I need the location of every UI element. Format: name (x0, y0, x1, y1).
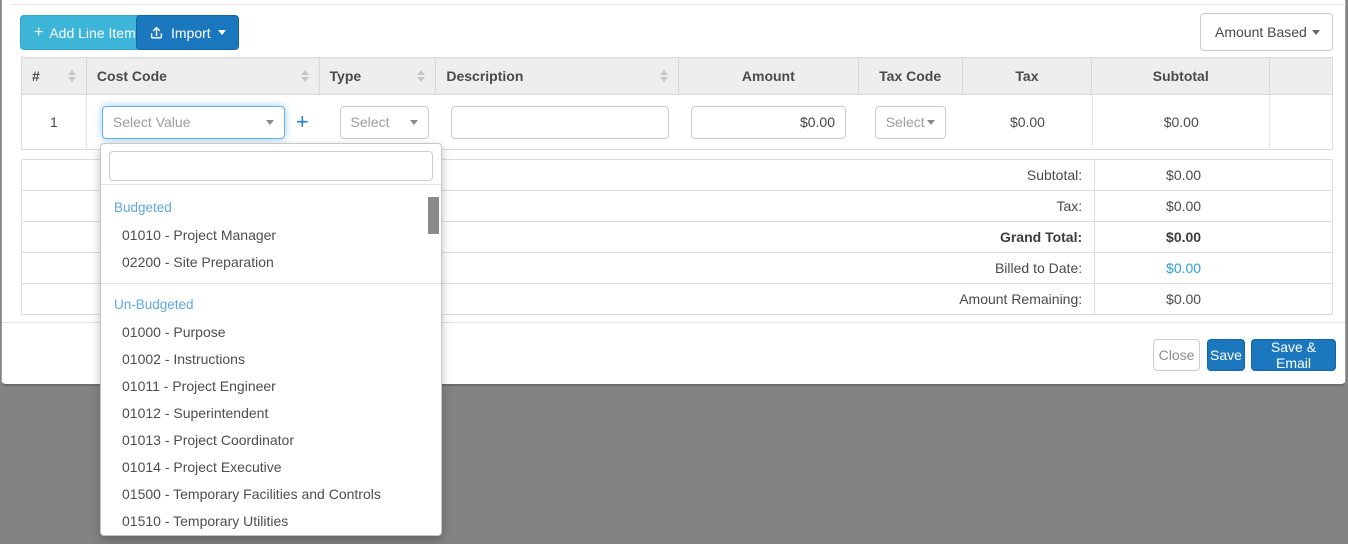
column-header-tax: Tax (963, 58, 1093, 94)
sort-icon (659, 70, 668, 82)
import-label: Import (171, 24, 211, 41)
group-label-budgeted: Budgeted (114, 200, 172, 215)
caret-down-icon (265, 119, 274, 125)
row-number-cell: 1 (22, 95, 87, 149)
table-header-row: # Cost Code Type Description Amount Tax … (21, 57, 1333, 95)
amount-input[interactable] (691, 105, 846, 139)
column-header-number[interactable]: # (22, 58, 87, 94)
summary-value: $0.00 (1166, 291, 1202, 307)
cost-code-option[interactable]: 01013 - Project Coordinator (101, 427, 441, 454)
save-and-email-button[interactable]: Save & Email (1251, 339, 1336, 371)
column-header-amount: Amount (679, 58, 859, 94)
column-label: Amount (741, 68, 795, 84)
column-label: Subtotal (1152, 68, 1209, 84)
add-line-item-label: Add Line Item (49, 24, 136, 41)
sort-icon (300, 70, 309, 82)
column-label: # (32, 68, 40, 84)
cost-code-list: Budgeted 01010 - Project Manager 02200 -… (101, 184, 441, 535)
column-header-cost-code[interactable]: Cost Code (87, 58, 320, 94)
cost-code-placeholder: Select Value (112, 114, 191, 130)
sort-icon (67, 70, 76, 82)
column-header-tax-code: Tax Code (859, 58, 963, 94)
cost-code-option[interactable]: 02200 - Site Preparation (101, 249, 441, 276)
column-header-subtotal: Subtotal (1092, 58, 1271, 94)
dropdown-scrollbar-thumb[interactable] (428, 197, 439, 234)
cost-code-option[interactable]: 01010 - Project Manager (101, 222, 441, 249)
column-label: Description (446, 68, 524, 84)
cost-code-option[interactable]: 01012 - Superintendent (101, 400, 441, 427)
description-cell (436, 95, 679, 149)
cost-code-option[interactable]: 01510 - Temporary Utilities (101, 508, 441, 535)
close-button[interactable]: Close (1153, 339, 1200, 371)
tax-code-cell: Select (859, 95, 963, 149)
caret-down-icon (217, 30, 226, 35)
column-label: Tax Code (879, 68, 942, 84)
import-button[interactable]: Import (136, 15, 239, 50)
save-button[interactable]: Save (1207, 339, 1245, 371)
summary-value: $0.00 (1166, 167, 1202, 183)
cost-code-cell: Select Value + (87, 95, 320, 149)
invoice-mode-select[interactable]: Amount Based (1200, 13, 1333, 51)
invoice-mode-value: Amount Based (1215, 24, 1307, 40)
group-label-un-budgeted: Un-Budgeted (114, 297, 194, 312)
cost-code-option[interactable]: 01002 - Instructions (101, 346, 441, 373)
actions-cell (1270, 95, 1332, 149)
caret-down-icon (409, 119, 418, 125)
top-divider (12, 4, 1346, 5)
cost-code-select[interactable]: Select Value (101, 105, 285, 139)
type-select[interactable]: Select (339, 105, 429, 139)
add-cost-code-button[interactable]: + (296, 111, 309, 133)
row-number: 1 (50, 114, 58, 130)
cost-code-search-input[interactable] (109, 151, 433, 181)
amount-cell (679, 95, 859, 149)
summary-value: $0.00 (1166, 229, 1202, 245)
subtotal-cell: $0.00 (1092, 95, 1271, 149)
caret-down-icon (1312, 29, 1320, 35)
upload-icon (150, 26, 163, 39)
cost-code-option[interactable]: 01000 - Purpose (101, 319, 441, 346)
cost-code-option[interactable]: 01011 - Project Engineer (101, 373, 441, 400)
cost-code-option[interactable]: 01500 - Temporary Facilities and Control… (101, 481, 441, 508)
tax-code-select[interactable]: Select (874, 105, 946, 139)
type-placeholder: Select (350, 114, 390, 130)
plus-icon: + (34, 23, 44, 41)
cost-code-option[interactable]: 01014 - Project Executive (101, 454, 441, 481)
sort-icon (417, 70, 426, 82)
column-header-type[interactable]: Type (320, 58, 437, 94)
subtotal-value: $0.00 (1163, 114, 1199, 130)
summary-value: $0.00 (1166, 198, 1202, 214)
cost-code-dropdown: Budgeted 01010 - Project Manager 02200 -… (100, 143, 442, 536)
table-row: 1 Select Value + Select $0.00 Select $0.… (21, 95, 1333, 150)
billed-to-date-link[interactable]: $0.00 (1095, 253, 1332, 283)
description-input[interactable] (451, 105, 670, 139)
caret-down-icon (926, 119, 935, 125)
column-label: Cost Code (96, 68, 167, 84)
column-header-description[interactable]: Description (436, 58, 679, 94)
tax-value: $0.00 (1009, 114, 1045, 130)
tax-code-placeholder: Select (885, 114, 925, 130)
column-label: Type (329, 68, 362, 84)
column-header-actions (1270, 58, 1332, 94)
add-line-item-button[interactable]: + Add Line Item (20, 15, 150, 50)
type-cell: Select (320, 95, 437, 149)
tax-cell: $0.00 (963, 95, 1093, 149)
column-label: Tax (1015, 68, 1039, 84)
line-items-table: # Cost Code Type Description Amount Tax … (21, 57, 1333, 150)
